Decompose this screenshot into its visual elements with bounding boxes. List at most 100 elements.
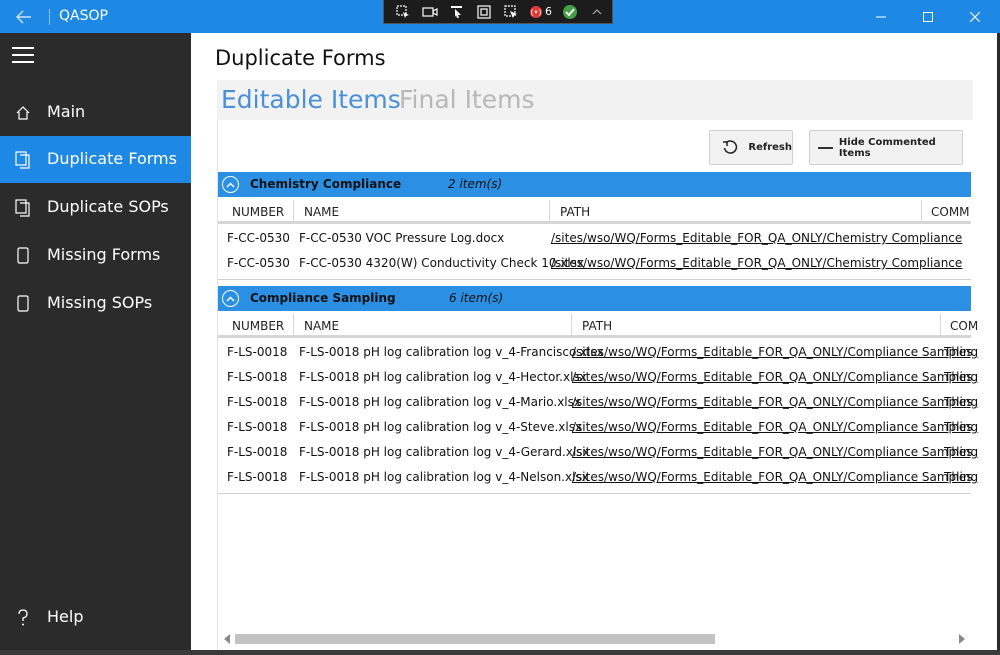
cell-path-link[interactable]: /sites/wso/WQ/Forms_Editable_FOR_QA_ONLY… — [572, 395, 978, 409]
cell-comment: Thes — [944, 395, 973, 409]
page-title: Duplicate Forms — [215, 46, 386, 70]
group-divider — [218, 279, 971, 280]
cell-number: F-LS-0018 — [227, 345, 288, 359]
maximize-button[interactable] — [905, 0, 951, 33]
cell-path-link[interactable]: /sites/wso/WQ/Forms_Editable_FOR_QA_ONLY… — [551, 256, 962, 270]
title-separator — [49, 9, 50, 25]
sidebar-item-main[interactable]: Main — [0, 89, 191, 136]
sidebar-item-label: Help — [47, 607, 84, 626]
table-row[interactable]: F-LS-0018 F-LS-0018 pH log calibration l… — [218, 465, 978, 490]
cell-path-link[interactable]: /sites/wso/WQ/Forms_Editable_FOR_QA_ONLY… — [572, 420, 978, 434]
cell-number: F-LS-0018 — [227, 470, 288, 484]
items-panel: Refresh Hide Commented Items Chemistry C… — [217, 120, 978, 650]
layout-adorner-icon[interactable] — [475, 4, 493, 20]
table-row[interactable]: F-CC-0530 F-CC-0530 4320(W) Conductivity… — [218, 251, 971, 276]
table-row[interactable]: F-LS-0018 F-LS-0018 pH log calibration l… — [218, 340, 978, 365]
column-header-name[interactable]: NAME — [304, 319, 339, 333]
cell-name: F-LS-0018 pH log calibration log v_4-Fra… — [299, 345, 604, 359]
scroll-left-arrow-icon[interactable] — [224, 634, 230, 644]
cell-comment: Thes — [944, 420, 973, 434]
chevron-up-icon[interactable] — [222, 290, 239, 307]
group-count: 6 item(s) — [449, 291, 504, 305]
close-icon — [970, 11, 980, 22]
svg-text:(•): (•) — [531, 8, 542, 17]
column-header-name[interactable]: NAME — [304, 205, 339, 219]
group-header-chemistry-compliance[interactable]: Chemistry Compliance 2 item(s) — [218, 172, 971, 197]
horizontal-scrollbar[interactable] — [218, 631, 971, 647]
hide-commented-items-button[interactable]: Hide Commented Items — [809, 130, 963, 165]
table-row[interactable]: F-LS-0018 F-LS-0018 pH log calibration l… — [218, 365, 978, 390]
track-focus-icon[interactable] — [502, 4, 520, 20]
table-row[interactable]: F-LS-0018 F-LS-0018 pH log calibration l… — [218, 390, 978, 415]
refresh-button[interactable]: Refresh — [709, 130, 793, 165]
documents-icon — [15, 151, 31, 169]
column-header-comment[interactable]: COM — [950, 319, 978, 333]
group-divider — [218, 493, 971, 494]
sidebar-item-duplicate-sops[interactable]: Duplicate SOPs — [0, 184, 191, 231]
group-header-compliance-sampling[interactable]: Compliance Sampling 6 item(s) — [218, 286, 971, 311]
table-row[interactable]: F-LS-0018 F-LS-0018 pH log calibration l… — [218, 440, 978, 465]
sidebar-item-label: Missing Forms — [47, 245, 161, 264]
scroll-right-arrow-icon[interactable] — [959, 634, 965, 644]
sidebar-item-missing-sops[interactable]: Missing SOPs — [0, 280, 191, 327]
cell-name: F-CC-0530 VOC Pressure Log.docx — [299, 231, 505, 245]
cell-name: F-LS-0018 pH log calibration log v_4-Ste… — [299, 420, 583, 434]
cell-number: F-LS-0018 — [227, 420, 288, 434]
camera-icon[interactable] — [421, 4, 439, 20]
select-element-icon[interactable] — [394, 4, 412, 20]
cell-path-link[interactable]: /sites/wso/WQ/Forms_Editable_FOR_QA_ONLY… — [572, 470, 978, 484]
cell-comment: Thes — [944, 470, 973, 484]
column-header-row: NUMBER NAME PATH COM — [218, 314, 978, 338]
minimize-icon — [876, 16, 886, 17]
cell-path-link[interactable]: /sites/wso/WQ/Forms_Editable_FOR_QA_ONLY… — [572, 370, 978, 384]
home-icon — [15, 104, 31, 122]
checkmark-icon[interactable] — [561, 4, 579, 20]
chevron-up-icon[interactable] — [222, 176, 239, 193]
table-row[interactable]: F-CC-0530 F-CC-0530 VOC Pressure Log.doc… — [218, 226, 971, 251]
sidebar-item-missing-forms[interactable]: Missing Forms — [0, 232, 191, 279]
error-count: 6 — [545, 5, 552, 18]
group-name: Chemistry Compliance — [250, 177, 402, 191]
binding-failures-indicator[interactable]: (•) 6 — [529, 5, 552, 19]
maximize-icon — [923, 11, 933, 22]
column-header-path[interactable]: PATH — [582, 319, 612, 333]
cell-comment: Thes — [944, 345, 973, 359]
title-bar: QASOP (•) 6 — [0, 0, 1000, 33]
cell-number: F-LS-0018 — [227, 445, 288, 459]
close-button[interactable] — [952, 0, 998, 33]
cell-name: F-LS-0018 pH log calibration log v_4-Nel… — [299, 470, 589, 484]
back-button[interactable] — [8, 0, 40, 33]
cell-path-link[interactable]: /sites/wso/WQ/Forms_Editable_FOR_QA_ONLY… — [551, 231, 962, 245]
hamburger-menu-icon[interactable] — [12, 47, 34, 65]
sidebar-item-help[interactable]: Help — [0, 594, 191, 641]
table-row[interactable]: F-LS-0018 F-LS-0018 pH log calibration l… — [218, 415, 978, 440]
pointer-icon[interactable] — [448, 4, 466, 20]
cell-path-link[interactable]: /sites/wso/WQ/Forms_Editable_FOR_QA_ONLY… — [572, 445, 978, 459]
scrollbar-thumb[interactable] — [235, 634, 715, 644]
column-header-number[interactable]: NUMBER — [232, 319, 284, 333]
main-panel: Duplicate Forms Editable Items Final Ite… — [191, 33, 997, 650]
column-header-comment[interactable]: COMM — [931, 205, 970, 219]
group-name: Compliance Sampling — [250, 291, 396, 305]
document-icon — [15, 295, 31, 313]
sidebar-item-label: Missing SOPs — [47, 293, 153, 312]
column-header-number[interactable]: NUMBER — [232, 205, 284, 219]
collapse-toolbar-icon[interactable] — [588, 4, 606, 20]
sidebar-item-label: Duplicate SOPs — [47, 197, 169, 216]
tab-editable-items[interactable]: Editable Items — [221, 85, 401, 114]
cell-number: F-CC-0530 — [227, 231, 290, 245]
cell-comment: Thes — [944, 370, 973, 384]
group-count: 2 item(s) — [448, 177, 503, 191]
cell-name: F-LS-0018 pH log calibration log v_4-Hec… — [299, 370, 587, 384]
sidebar-item-duplicate-forms[interactable]: Duplicate Forms — [0, 136, 191, 183]
tab-final-items[interactable]: Final Items — [399, 85, 535, 114]
cell-path-link[interactable]: /sites/wso/WQ/Forms_Editable_FOR_QA_ONLY… — [572, 345, 978, 359]
cell-name: F-LS-0018 pH log calibration log v_4-Ger… — [299, 445, 590, 459]
column-header-path[interactable]: PATH — [560, 205, 590, 219]
minimize-button[interactable] — [858, 0, 904, 33]
cell-name: F-LS-0018 pH log calibration log v_4-Mar… — [299, 395, 581, 409]
document-icon — [15, 247, 31, 265]
debug-toolbar: (•) 6 — [383, 0, 613, 24]
window-title: QASOP — [59, 8, 108, 24]
cell-number: F-CC-0530 — [227, 256, 290, 270]
